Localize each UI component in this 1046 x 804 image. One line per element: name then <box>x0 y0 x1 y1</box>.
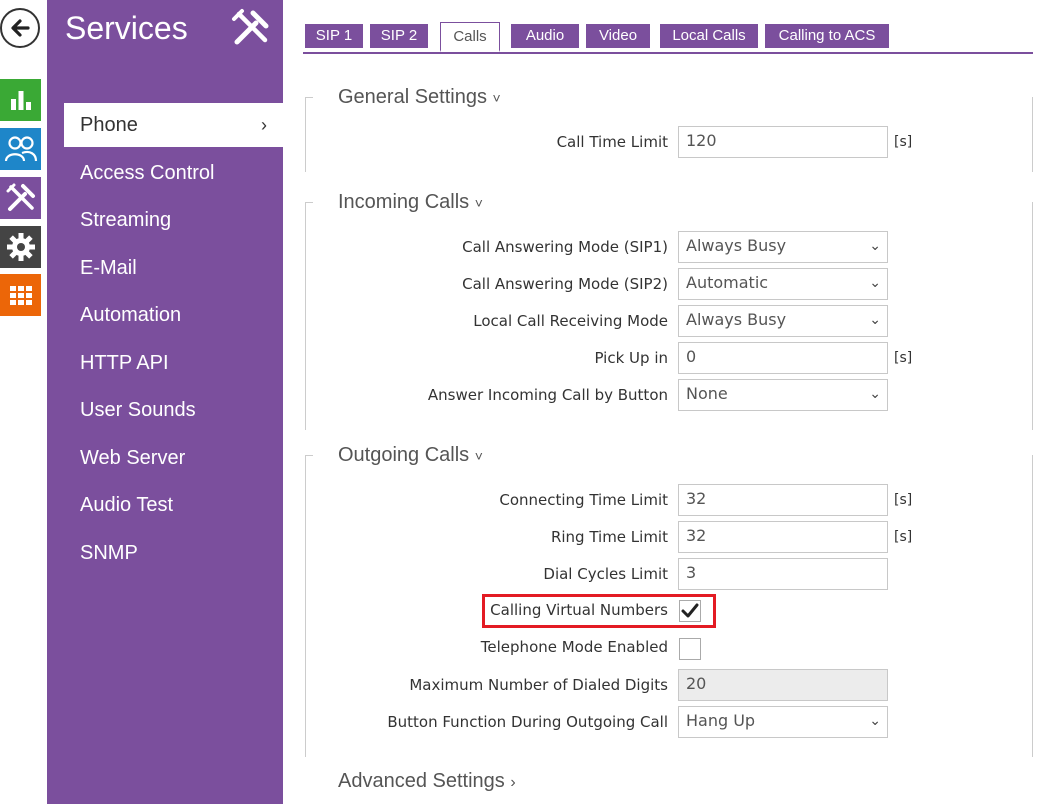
tab-video[interactable]: Video <box>586 24 650 48</box>
bar-chart-icon <box>10 91 31 110</box>
chevron-down-icon: ˅ <box>474 195 483 211</box>
sidebar-item-audio-test[interactable]: Audio Test <box>64 483 283 527</box>
answer-mode-sip1-label: Call Answering Mode (SIP1) <box>462 238 668 256</box>
tab-sip2[interactable]: SIP 2 <box>370 24 428 48</box>
call-time-limit-input[interactable]: 120 <box>678 126 888 158</box>
ring-time-limit-input[interactable]: 32 <box>678 521 888 553</box>
answer-mode-sip1-select[interactable]: Always Busy ⌄ <box>678 231 888 263</box>
tab-sip1[interactable]: SIP 1 <box>305 24 363 48</box>
chevron-down-icon: ˅ <box>492 90 501 106</box>
sidebar-item-label: E-Mail <box>80 257 137 279</box>
chevron-down-icon: ⌄ <box>869 713 881 729</box>
sidebar-item-http-api[interactable]: HTTP API <box>64 341 283 385</box>
answer-mode-sip2-label: Call Answering Mode (SIP2) <box>462 275 668 293</box>
ring-time-limit-label: Ring Time Limit <box>550 528 668 546</box>
pick-up-in-label: Pick Up in <box>594 349 668 367</box>
sidebar-item-label: Web Server <box>80 447 186 469</box>
advanced-settings-title[interactable]: Advanced Settings › <box>332 770 522 793</box>
chevron-down-icon: ⌄ <box>869 275 881 291</box>
sidebar-item-label: Automation <box>80 304 182 326</box>
local-receiving-mode-select[interactable]: Always Busy ⌄ <box>678 305 888 337</box>
ring-time-limit-unit: [s] <box>894 529 913 545</box>
incoming-calls-section <box>305 202 1033 430</box>
chevron-down-icon: ⌄ <box>869 386 881 402</box>
button-function-value: Hang Up <box>686 711 756 730</box>
tab-audio[interactable]: Audio <box>511 24 579 48</box>
dial-cycles-limit-label: Dial Cycles Limit <box>543 565 668 583</box>
sidebar-item-label: Streaming <box>80 209 172 231</box>
sidebar-item-snmp[interactable]: SNMP <box>64 531 283 575</box>
icon-rail <box>0 0 42 804</box>
answer-mode-sip2-select[interactable]: Automatic ⌄ <box>678 268 888 300</box>
sidebar-item-email[interactable]: E-Mail <box>64 246 283 290</box>
connecting-time-limit-label: Connecting Time Limit <box>499 491 668 509</box>
highlight-box <box>482 594 716 628</box>
sidebar-item-label: Audio Test <box>80 494 174 516</box>
incoming-calls-title[interactable]: Incoming Calls ˅ <box>332 191 489 214</box>
grid-icon <box>9 286 32 305</box>
chevron-down-icon: ⌄ <box>869 238 881 254</box>
chevron-right-icon: › <box>510 774 516 791</box>
sidebar-item-streaming[interactable]: Streaming <box>64 198 283 242</box>
sidebar-item-access-control[interactable]: Access Control <box>64 151 283 195</box>
services-sidebar: Services Phone › Access Control Streamin… <box>47 0 283 804</box>
chevron-right-icon: › <box>261 115 267 135</box>
answer-by-button-label: Answer Incoming Call by Button <box>427 386 668 404</box>
tools-icon <box>6 183 35 211</box>
sidebar-item-label: HTTP API <box>80 352 169 374</box>
button-function-select[interactable]: Hang Up ⌄ <box>678 706 888 738</box>
back-button[interactable] <box>0 8 40 48</box>
telephone-mode-checkbox[interactable] <box>679 638 701 660</box>
connecting-time-limit-input[interactable]: 32 <box>678 484 888 516</box>
answer-by-button-value: None <box>686 384 728 403</box>
answer-mode-sip1-value: Always Busy <box>686 236 787 255</box>
tab-calls[interactable]: Calls <box>440 22 500 52</box>
connecting-time-limit-unit: [s] <box>894 492 913 508</box>
local-receiving-mode-label: Local Call Receiving Mode <box>473 312 668 330</box>
answer-mode-sip2-value: Automatic <box>686 273 769 292</box>
tab-calling-to-acs[interactable]: Calling to ACS <box>765 24 889 48</box>
telephone-mode-label: Telephone Mode Enabled <box>480 638 668 656</box>
sidebar-item-user-sounds[interactable]: User Sounds <box>64 388 283 432</box>
local-receiving-mode-value: Always Busy <box>686 310 787 329</box>
sidebar-item-automation[interactable]: Automation <box>64 293 283 337</box>
answer-by-button-select[interactable]: None ⌄ <box>678 379 888 411</box>
sidebar-item-label: SNMP <box>80 542 138 564</box>
outgoing-calls-title[interactable]: Outgoing Calls ˅ <box>332 444 489 467</box>
users-icon <box>4 136 37 162</box>
max-dialed-digits-label: Maximum Number of Dialed Digits <box>409 676 668 694</box>
sidebar-item-label: User Sounds <box>80 399 196 421</box>
tab-local-calls[interactable]: Local Calls <box>660 24 758 48</box>
chevron-down-icon: ˅ <box>474 448 483 464</box>
pick-up-in-input[interactable]: 0 <box>678 342 888 374</box>
hardware-nav-button[interactable] <box>0 274 41 316</box>
call-time-limit-unit: [s] <box>894 134 913 150</box>
sidebar-item-phone[interactable]: Phone › <box>64 103 283 147</box>
tools-icon <box>232 9 269 45</box>
back-arrow-icon <box>11 19 30 37</box>
tab-bar: SIP 1 SIP 2 Calls Audio Video Local Call… <box>303 22 1033 54</box>
pick-up-in-unit: [s] <box>894 350 913 366</box>
dial-cycles-limit-input[interactable]: 3 <box>678 558 888 590</box>
general-settings-title[interactable]: General Settings ˅ <box>332 86 507 109</box>
call-time-limit-label: Call Time Limit <box>556 133 668 151</box>
button-function-label: Button Function During Outgoing Call <box>387 713 668 731</box>
sidebar-item-web-server[interactable]: Web Server <box>64 436 283 480</box>
max-dialed-digits-input[interactable]: 20 <box>678 669 888 701</box>
system-nav-button[interactable] <box>0 226 41 268</box>
gear-icon <box>6 233 35 261</box>
status-nav-button[interactable] <box>0 79 41 121</box>
sidebar-title: Services <box>65 10 188 46</box>
chevron-down-icon: ⌄ <box>869 312 881 328</box>
services-nav-button[interactable] <box>0 177 41 219</box>
sidebar-item-label: Phone <box>80 114 138 136</box>
sidebar-item-label: Access Control <box>80 162 215 184</box>
directory-nav-button[interactable] <box>0 128 41 170</box>
